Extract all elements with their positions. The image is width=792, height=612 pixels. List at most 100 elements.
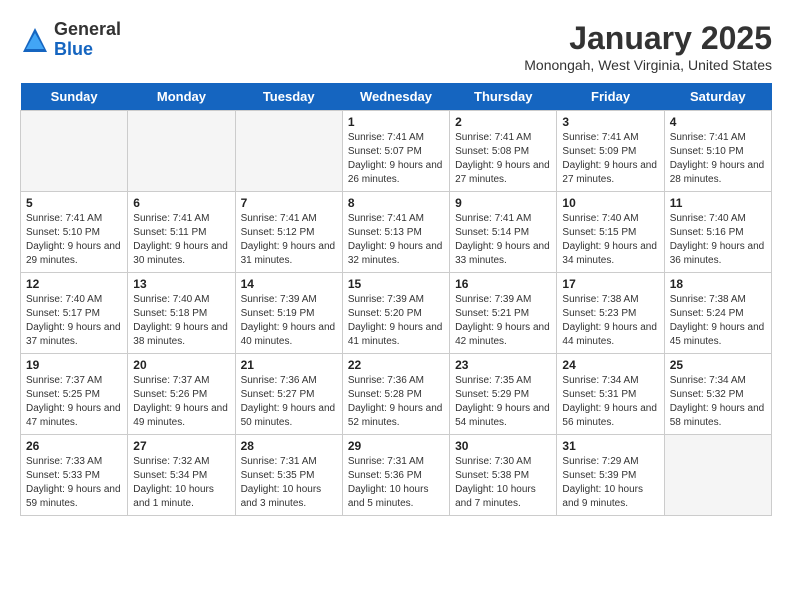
- day-info: Sunrise: 7:40 AM Sunset: 5:16 PM Dayligh…: [670, 212, 766, 268]
- day-info: Sunrise: 7:29 AM Sunset: 5:39 PM Dayligh…: [562, 455, 658, 511]
- week-row-1: 1 Sunrise: 7:41 AM Sunset: 5:07 PM Daylig…: [21, 111, 772, 192]
- day-info: Sunrise: 7:41 AM Sunset: 5:09 PM Dayligh…: [562, 131, 658, 187]
- week-row-3: 12Sunrise: 7:40 AM Sunset: 5:17 PM Dayli…: [21, 273, 772, 354]
- calendar-table: SundayMondayTuesdayWednesdayThursdayFrid…: [20, 83, 772, 516]
- calendar-cell: 27 Sunrise: 7:32 AM Sunset: 5:34 PM Dayli…: [128, 435, 235, 516]
- day-info: Sunrise: 7:41 AM Sunset: 5:10 PM Dayligh…: [26, 212, 122, 268]
- calendar-cell: 23 Sunrise: 7:35 AM Sunset: 5:29 PM Dayli…: [450, 354, 557, 435]
- day-number: 3: [562, 115, 658, 129]
- calendar-cell: 10Sunrise: 7:40 AM Sunset: 5:15 PM Dayli…: [557, 192, 664, 273]
- calendar-cell: [128, 111, 235, 192]
- calendar-cell: [664, 435, 771, 516]
- day-info: Sunrise: 7:37 AM Sunset: 5:26 PM Dayligh…: [133, 374, 229, 430]
- day-number: 22: [348, 358, 444, 372]
- day-info: Sunrise: 7:41 AM Sunset: 5:13 PM Dayligh…: [348, 212, 444, 268]
- day-number: 14: [241, 277, 337, 291]
- day-info: Sunrise: 7:41 AM Sunset: 5:12 PM Dayligh…: [241, 212, 337, 268]
- day-info: Sunrise: 7:39 AM Sunset: 5:19 PM Dayligh…: [241, 293, 337, 349]
- day-number: 26: [26, 439, 122, 453]
- calendar-cell: 28Sunrise: 7:31 AM Sunset: 5:35 PM Dayli…: [235, 435, 342, 516]
- day-number: 11: [670, 196, 766, 210]
- calendar-cell: 17 Sunrise: 7:38 AM Sunset: 5:23 PM Dayli…: [557, 273, 664, 354]
- calendar-cell: 15 Sunrise: 7:39 AM Sunset: 5:20 PM Dayli…: [342, 273, 449, 354]
- calendar-cell: 14 Sunrise: 7:39 AM Sunset: 5:19 PM Dayli…: [235, 273, 342, 354]
- calendar-cell: 11 Sunrise: 7:40 AM Sunset: 5:16 PM Dayli…: [664, 192, 771, 273]
- calendar-cell: 30Sunrise: 7:30 AM Sunset: 5:38 PM Dayli…: [450, 435, 557, 516]
- day-number: 13: [133, 277, 229, 291]
- day-number: 30: [455, 439, 551, 453]
- calendar-cell: [21, 111, 128, 192]
- day-info: Sunrise: 7:41 AM Sunset: 5:07 PM Dayligh…: [348, 131, 444, 187]
- header-day-sunday: Sunday: [21, 83, 128, 111]
- day-number: 9: [455, 196, 551, 210]
- day-number: 15: [348, 277, 444, 291]
- day-info: Sunrise: 7:31 AM Sunset: 5:36 PM Dayligh…: [348, 455, 444, 511]
- calendar-cell: 22 Sunrise: 7:36 AM Sunset: 5:28 PM Dayli…: [342, 354, 449, 435]
- day-number: 25: [670, 358, 766, 372]
- day-info: Sunrise: 7:41 AM Sunset: 5:08 PM Dayligh…: [455, 131, 551, 187]
- day-info: Sunrise: 7:40 AM Sunset: 5:18 PM Dayligh…: [133, 293, 229, 349]
- calendar-cell: 4 Sunrise: 7:41 AM Sunset: 5:10 PM Daylig…: [664, 111, 771, 192]
- calendar-cell: 20 Sunrise: 7:37 AM Sunset: 5:26 PM Dayli…: [128, 354, 235, 435]
- calendar-cell: 13 Sunrise: 7:40 AM Sunset: 5:18 PM Dayli…: [128, 273, 235, 354]
- calendar-cell: 31Sunrise: 7:29 AM Sunset: 5:39 PM Dayli…: [557, 435, 664, 516]
- logo-text: General Blue: [54, 20, 121, 60]
- header-day-thursday: Thursday: [450, 83, 557, 111]
- header-day-monday: Monday: [128, 83, 235, 111]
- header: General Blue January 2025 Monongah, West…: [20, 20, 772, 73]
- header-day-tuesday: Tuesday: [235, 83, 342, 111]
- calendar-cell: 1 Sunrise: 7:41 AM Sunset: 5:07 PM Daylig…: [342, 111, 449, 192]
- calendar-cell: 16Sunrise: 7:39 AM Sunset: 5:21 PM Dayli…: [450, 273, 557, 354]
- calendar-cell: 21 Sunrise: 7:36 AM Sunset: 5:27 PM Dayli…: [235, 354, 342, 435]
- day-info: Sunrise: 7:35 AM Sunset: 5:29 PM Dayligh…: [455, 374, 551, 430]
- day-number: 4: [670, 115, 766, 129]
- day-info: Sunrise: 7:38 AM Sunset: 5:23 PM Dayligh…: [562, 293, 658, 349]
- calendar-cell: 18 Sunrise: 7:38 AM Sunset: 5:24 PM Dayli…: [664, 273, 771, 354]
- logo-general-label: General: [54, 20, 121, 40]
- day-number: 23: [455, 358, 551, 372]
- day-info: Sunrise: 7:34 AM Sunset: 5:32 PM Dayligh…: [670, 374, 766, 430]
- day-info: Sunrise: 7:33 AM Sunset: 5:33 PM Dayligh…: [26, 455, 122, 511]
- header-day-saturday: Saturday: [664, 83, 771, 111]
- day-number: 19: [26, 358, 122, 372]
- day-number: 7: [241, 196, 337, 210]
- calendar-cell: 7 Sunrise: 7:41 AM Sunset: 5:12 PM Daylig…: [235, 192, 342, 273]
- day-number: 27: [133, 439, 229, 453]
- logo: General Blue: [20, 20, 121, 60]
- calendar-cell: 29 Sunrise: 7:31 AM Sunset: 5:36 PM Dayli…: [342, 435, 449, 516]
- day-number: 8: [348, 196, 444, 210]
- week-row-5: 26 Sunrise: 7:33 AM Sunset: 5:33 PM Dayli…: [21, 435, 772, 516]
- day-number: 29: [348, 439, 444, 453]
- main-title: January 2025: [524, 20, 772, 57]
- day-number: 2: [455, 115, 551, 129]
- day-info: Sunrise: 7:36 AM Sunset: 5:28 PM Dayligh…: [348, 374, 444, 430]
- day-info: Sunrise: 7:41 AM Sunset: 5:14 PM Dayligh…: [455, 212, 551, 268]
- week-row-2: 5Sunrise: 7:41 AM Sunset: 5:10 PM Daylig…: [21, 192, 772, 273]
- day-number: 1: [348, 115, 444, 129]
- calendar-cell: 2 Sunrise: 7:41 AM Sunset: 5:08 PM Daylig…: [450, 111, 557, 192]
- day-info: Sunrise: 7:39 AM Sunset: 5:20 PM Dayligh…: [348, 293, 444, 349]
- day-info: Sunrise: 7:37 AM Sunset: 5:25 PM Dayligh…: [26, 374, 122, 430]
- header-row: SundayMondayTuesdayWednesdayThursdayFrid…: [21, 83, 772, 111]
- day-info: Sunrise: 7:38 AM Sunset: 5:24 PM Dayligh…: [670, 293, 766, 349]
- day-number: 24: [562, 358, 658, 372]
- day-number: 6: [133, 196, 229, 210]
- day-info: Sunrise: 7:39 AM Sunset: 5:21 PM Dayligh…: [455, 293, 551, 349]
- day-number: 21: [241, 358, 337, 372]
- header-day-friday: Friday: [557, 83, 664, 111]
- day-info: Sunrise: 7:34 AM Sunset: 5:31 PM Dayligh…: [562, 374, 658, 430]
- day-number: 18: [670, 277, 766, 291]
- calendar-cell: 24 Sunrise: 7:34 AM Sunset: 5:31 PM Dayli…: [557, 354, 664, 435]
- day-info: Sunrise: 7:32 AM Sunset: 5:34 PM Dayligh…: [133, 455, 229, 511]
- logo-icon: [20, 25, 50, 55]
- day-info: Sunrise: 7:36 AM Sunset: 5:27 PM Dayligh…: [241, 374, 337, 430]
- day-number: 10: [562, 196, 658, 210]
- day-number: 17: [562, 277, 658, 291]
- day-number: 20: [133, 358, 229, 372]
- calendar-cell: 5Sunrise: 7:41 AM Sunset: 5:10 PM Daylig…: [21, 192, 128, 273]
- day-info: Sunrise: 7:31 AM Sunset: 5:35 PM Dayligh…: [241, 455, 337, 511]
- day-info: Sunrise: 7:41 AM Sunset: 5:10 PM Dayligh…: [670, 131, 766, 187]
- calendar-cell: 8 Sunrise: 7:41 AM Sunset: 5:13 PM Daylig…: [342, 192, 449, 273]
- title-area: January 2025 Monongah, West Virginia, Un…: [524, 20, 772, 73]
- calendar-cell: 19 Sunrise: 7:37 AM Sunset: 5:25 PM Dayli…: [21, 354, 128, 435]
